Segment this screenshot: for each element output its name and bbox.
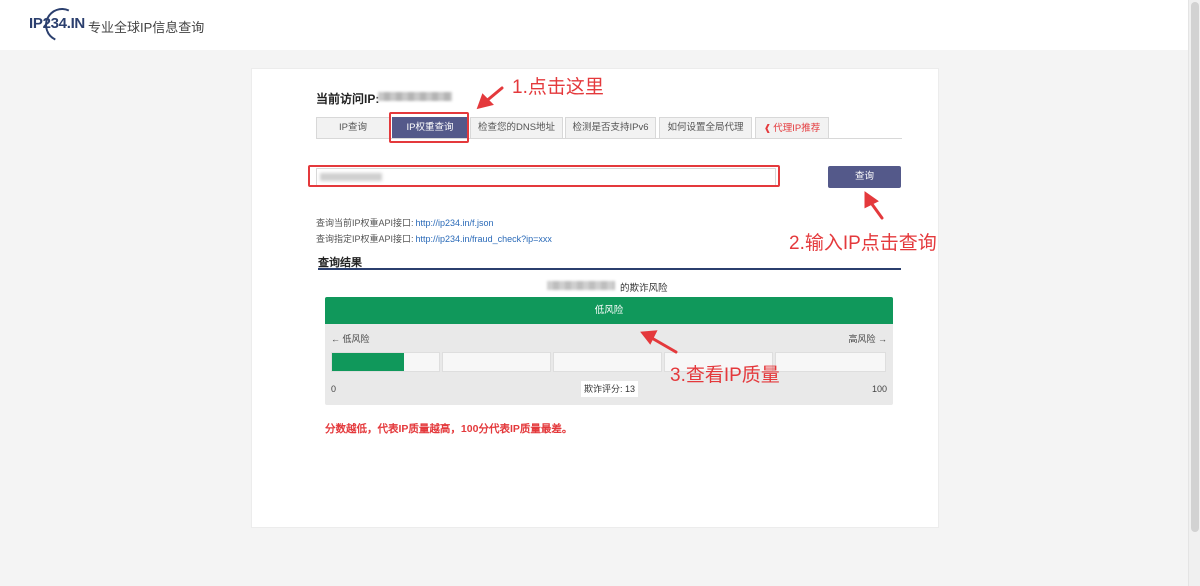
annotation-arrows [476,86,884,354]
arrow-step3-shaft [648,335,678,354]
arrow-step2-head [864,191,879,209]
